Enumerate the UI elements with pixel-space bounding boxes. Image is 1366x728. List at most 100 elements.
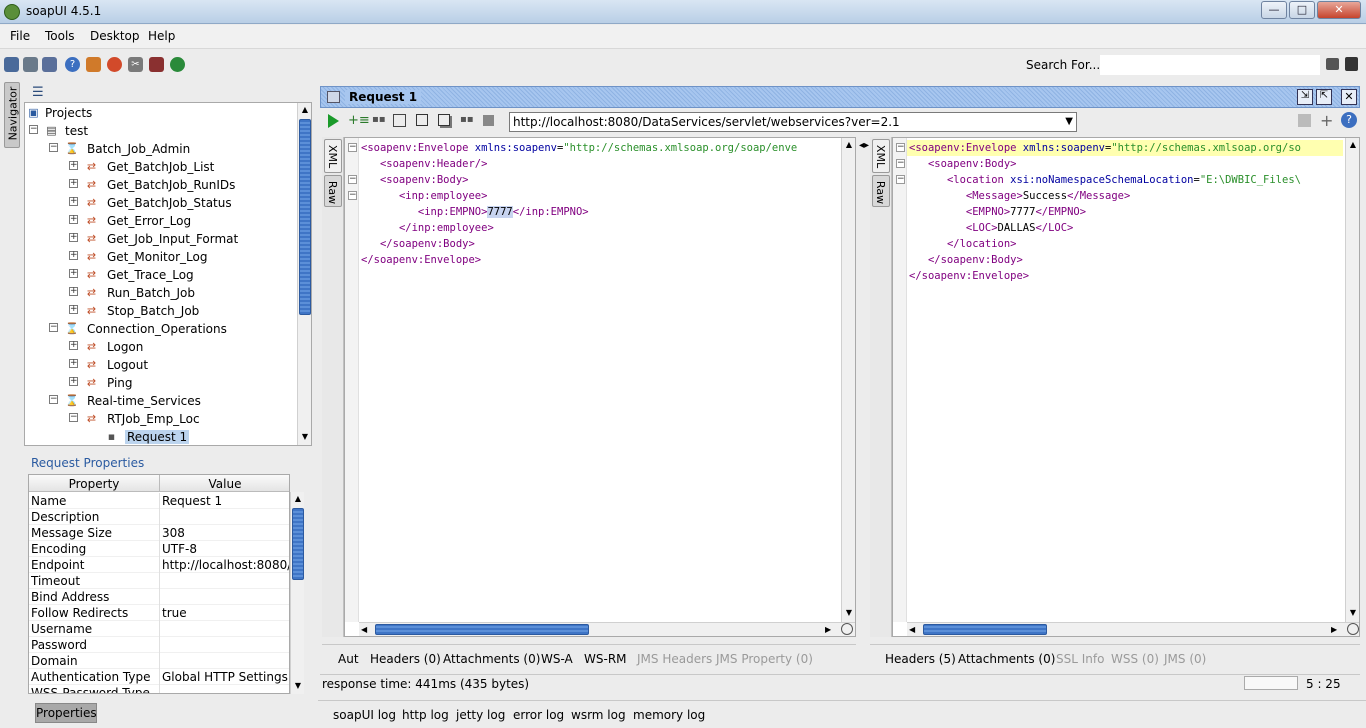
scroll-thumb[interactable] [299, 119, 311, 315]
new-project-icon[interactable] [4, 57, 19, 72]
tab-ws-a[interactable]: WS-A [541, 652, 573, 666]
col-value[interactable]: Value [160, 477, 289, 491]
scroll-down-icon[interactable]: ▼ [291, 679, 305, 693]
expand-icon[interactable]: + [69, 341, 78, 350]
request-editor[interactable]: <soapenv:Envelope xmlns:soapenv="http://… [344, 137, 856, 637]
property-value[interactable]: 308 [162, 526, 289, 540]
maximize-icon[interactable]: ⇱ [1316, 89, 1332, 105]
launch-icon[interactable] [170, 57, 185, 72]
add-assertion-icon[interactable]: +≡ [348, 113, 370, 128]
tab-jms[interactable]: JMS (0) [1164, 652, 1206, 666]
property-row[interactable]: Bind Address [29, 589, 289, 605]
expand-icon[interactable]: + [69, 251, 78, 260]
navigator-tab[interactable]: Navigator [4, 82, 20, 148]
property-value[interactable]: UTF-8 [162, 542, 289, 556]
wsdl-icon[interactable] [1298, 114, 1311, 127]
tab-jms-property[interactable]: JMS Property (0) [716, 652, 813, 666]
scroll-up-icon[interactable]: ▲ [298, 103, 311, 117]
submit-request-icon[interactable] [328, 114, 339, 128]
split-icon[interactable] [438, 114, 450, 126]
property-row[interactable]: Authentication Type Global HTTP Settings [29, 669, 289, 685]
close-button[interactable]: ✕ [1317, 1, 1361, 19]
create-testcase-icon[interactable]: ▪▪ [372, 114, 386, 125]
add-icon[interactable]: + [1320, 111, 1333, 130]
proxy-icon[interactable] [107, 57, 122, 72]
menu-help[interactable]: Help [148, 29, 175, 43]
expand-icon[interactable]: + [69, 269, 78, 278]
endpoint-select[interactable]: http://localhost:8080/DataServices/servl… [509, 112, 1077, 132]
save-all-icon[interactable] [42, 57, 57, 72]
forum-icon[interactable] [1345, 57, 1358, 71]
property-row[interactable]: Name Request 1 [29, 493, 289, 509]
property-value[interactable]: Global HTTP Settings [162, 670, 289, 684]
tab-memory-log[interactable]: memory log [633, 708, 705, 722]
cancel-icon[interactable] [483, 115, 494, 126]
help-icon[interactable]: ? [1341, 112, 1357, 128]
request-xml-tab[interactable]: XML [324, 139, 342, 173]
properties-tab[interactable]: Properties [35, 703, 97, 723]
chevron-down-icon[interactable]: ▼ [1065, 113, 1073, 131]
tab-wsrm-log[interactable]: wsrm log [571, 708, 626, 722]
request-raw-tab[interactable]: Raw [324, 175, 342, 207]
tab-soapui-log[interactable]: soapUI log [333, 708, 396, 722]
tab-ws-rm[interactable]: WS-RM [584, 652, 627, 666]
property-row[interactable]: Follow Redirects true [29, 605, 289, 621]
tab-auth[interactable]: Aut [338, 652, 359, 666]
grid-icon[interactable] [1326, 58, 1339, 70]
find-icon[interactable] [1347, 623, 1359, 635]
help-icon[interactable]: ? [65, 57, 80, 72]
collapse-icon[interactable]: − [49, 323, 58, 332]
find-icon[interactable] [841, 623, 853, 635]
property-row[interactable]: WSS-Password Type [29, 685, 289, 693]
collapse-icon[interactable]: − [69, 413, 78, 422]
menu-tools[interactable]: Tools [45, 29, 75, 43]
scroll-thumb[interactable] [923, 624, 1047, 635]
scroll-up-icon[interactable]: ▲ [1346, 138, 1359, 152]
maximize-button[interactable]: □ [1289, 1, 1315, 19]
tab-jms-headers[interactable]: JMS Headers [637, 652, 712, 666]
response-xml-tab[interactable]: XML [872, 139, 890, 173]
expand-icon[interactable]: + [69, 161, 78, 170]
tab-error-log[interactable]: error log [513, 708, 564, 722]
detach-icon[interactable]: ⇲ [1297, 89, 1313, 105]
collapse-icon[interactable]: − [49, 395, 58, 404]
tab-ssl-info[interactable]: SSL Info [1056, 652, 1104, 666]
scroll-left-icon[interactable]: ◀ [909, 623, 915, 636]
property-value[interactable]: http://localhost:8080/... [162, 558, 289, 572]
monitor-icon[interactable] [149, 57, 164, 72]
expand-icon[interactable]: + [69, 287, 78, 296]
minimize-button[interactable]: — [1261, 1, 1287, 19]
collapse-icon[interactable]: − [29, 125, 38, 134]
scroll-up-icon[interactable]: ▲ [291, 492, 305, 506]
property-row[interactable]: Endpoint http://localhost:8080/... [29, 557, 289, 573]
tab-http-log[interactable]: http log [402, 708, 449, 722]
tab-wss[interactable]: WSS (0) [1111, 652, 1159, 666]
scroll-down-icon[interactable]: ▼ [298, 430, 311, 444]
list-view-icon[interactable]: ☰ [32, 85, 44, 100]
response-editor[interactable]: <soapenv:Envelope xmlns:soapenv="http://… [892, 137, 1360, 637]
preferences-icon[interactable] [86, 57, 101, 72]
response-raw-tab[interactable]: Raw [872, 175, 890, 207]
tab-response-attachments[interactable]: Attachments (0) [958, 652, 1055, 666]
property-value[interactable]: true [162, 606, 289, 620]
tabs-icon[interactable] [416, 114, 428, 126]
scroll-right-icon[interactable]: ▶ [1331, 623, 1337, 636]
scroll-down-icon[interactable]: ▼ [842, 606, 855, 620]
tools-icon[interactable]: ✂ [128, 57, 143, 72]
tree-scrollbar[interactable]: ▲ ▼ [297, 103, 311, 445]
response-vscroll[interactable]: ▲ ▼ [1345, 138, 1359, 622]
menu-file[interactable]: File [10, 29, 30, 43]
scroll-thumb[interactable] [375, 624, 589, 635]
scroll-up-icon[interactable]: ▲ [842, 138, 855, 152]
property-row[interactable]: Password [29, 637, 289, 653]
request-hscroll[interactable]: ◀ ▶ [359, 622, 855, 636]
tab-jetty-log[interactable]: jetty log [456, 708, 505, 722]
format-icon[interactable] [393, 114, 406, 127]
scroll-down-icon[interactable]: ▼ [1346, 606, 1359, 620]
expand-icon[interactable]: + [69, 233, 78, 242]
property-row[interactable]: Timeout [29, 573, 289, 589]
tab-response-headers[interactable]: Headers (5) [885, 652, 956, 666]
properties-scrollbar[interactable]: ▲ ▼ [290, 492, 304, 694]
property-row[interactable]: Domain [29, 653, 289, 669]
close-request-icon[interactable]: ✕ [1341, 89, 1357, 105]
